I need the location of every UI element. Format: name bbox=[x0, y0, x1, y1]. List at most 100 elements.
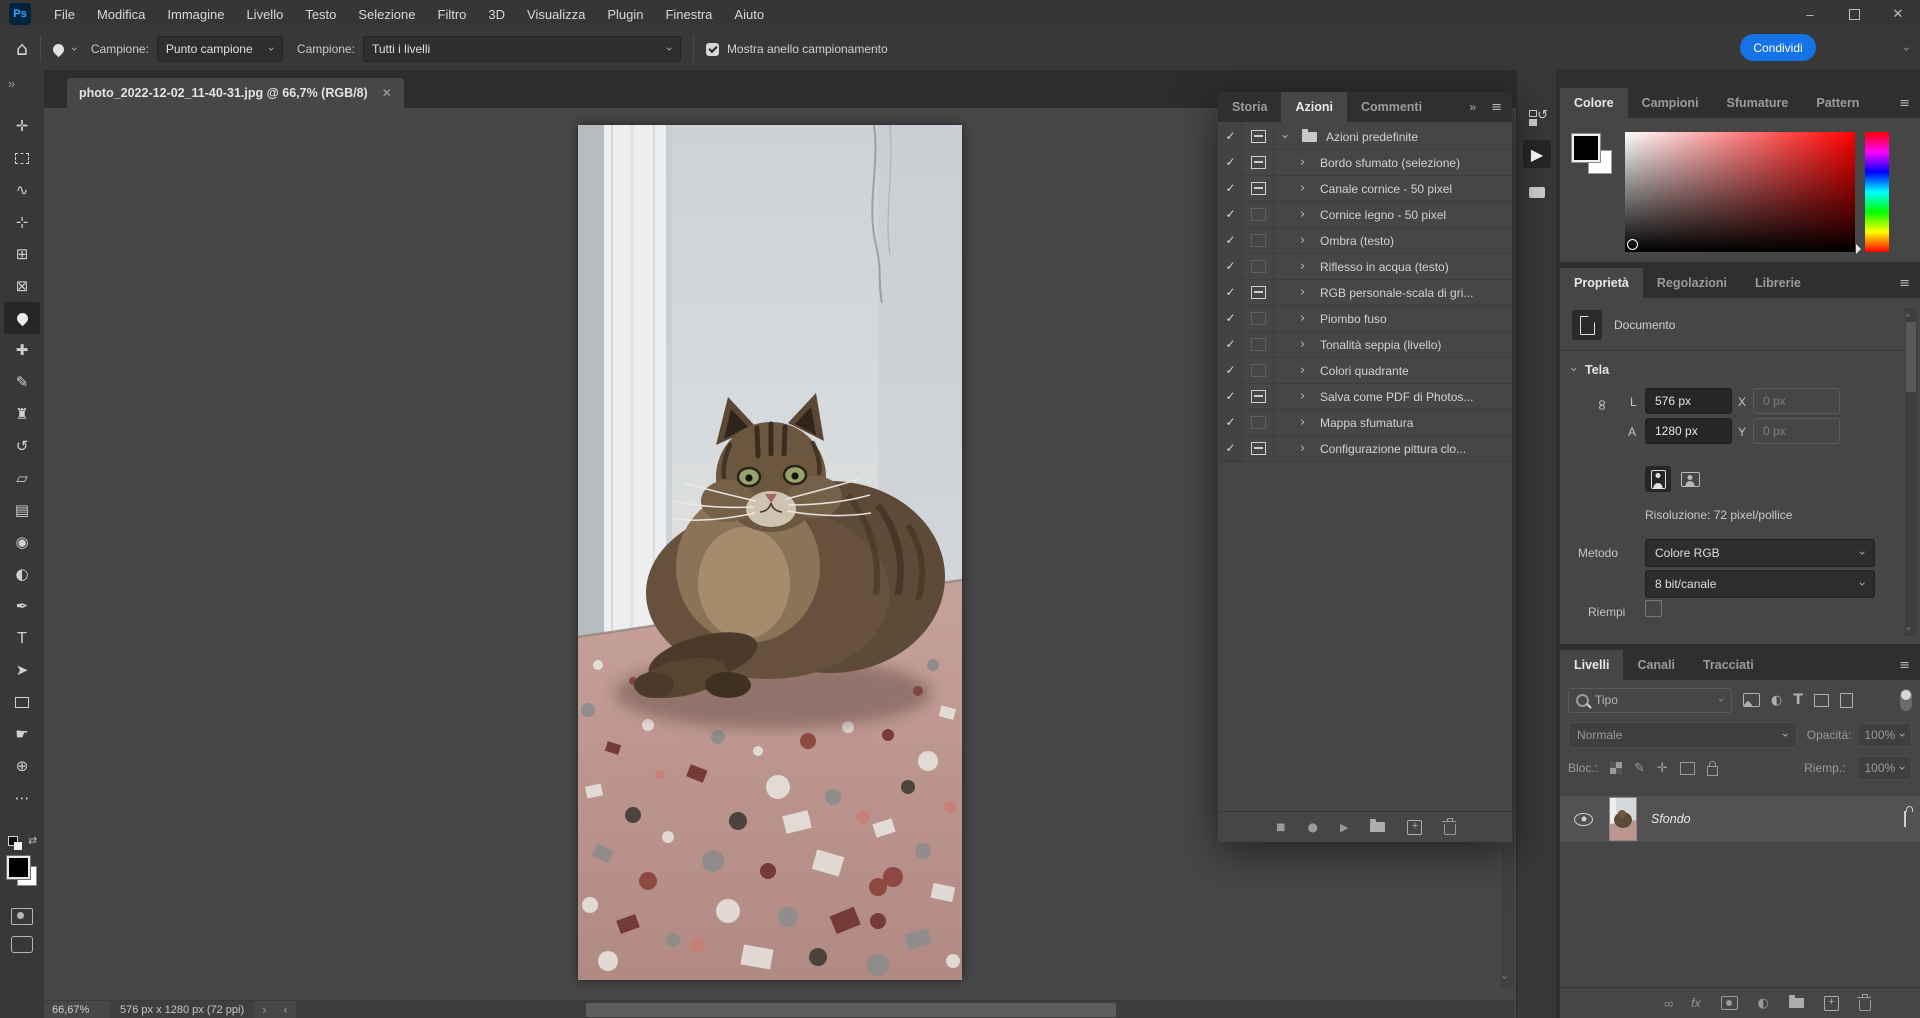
lock-artboard-icon[interactable] bbox=[1680, 762, 1695, 775]
quick-mask-button[interactable] bbox=[11, 908, 33, 925]
lock-paint-icon[interactable]: ✎ bbox=[1634, 761, 1645, 776]
tool-button[interactable]: ✎ bbox=[4, 366, 40, 398]
action-label[interactable]: RGB personale-scala di gri... bbox=[1320, 286, 1473, 300]
tool-button[interactable]: ✒ bbox=[4, 590, 40, 622]
action-expand-icon[interactable]: › bbox=[1300, 389, 1320, 404]
action-label[interactable]: Configurazione pittura clo... bbox=[1320, 442, 1466, 456]
panel-menu-icon[interactable]: ≡ bbox=[1899, 658, 1910, 673]
action-check-icon[interactable]: ✓ bbox=[1218, 306, 1244, 331]
status-expand-icon[interactable]: › bbox=[262, 1003, 267, 1017]
menu-item[interactable]: Filtro bbox=[427, 1, 478, 28]
action-check-icon[interactable]: ✓ bbox=[1218, 254, 1244, 279]
menu-item[interactable]: Modifica bbox=[86, 1, 156, 28]
tool-button[interactable]: ↺ bbox=[4, 430, 40, 462]
action-dialog-toggle[interactable] bbox=[1244, 306, 1274, 331]
stop-button[interactable]: ■ bbox=[1276, 822, 1285, 833]
saturation-brightness-field[interactable] bbox=[1625, 132, 1855, 252]
panel-tab[interactable]: Canali bbox=[1623, 650, 1689, 680]
action-label[interactable]: Cornice legno - 50 pixel bbox=[1320, 208, 1446, 222]
layer-lock-icon[interactable] bbox=[1904, 812, 1906, 826]
filter-pixel-layers-icon[interactable] bbox=[1743, 693, 1760, 707]
tool-button[interactable] bbox=[4, 686, 40, 718]
action-row[interactable]: ✓ › Canale cornice - 50 pixel bbox=[1218, 176, 1512, 202]
action-row[interactable]: ✓ › Salva come PDF di Photos... bbox=[1218, 384, 1512, 410]
hue-slider[interactable] bbox=[1856, 244, 1866, 254]
tool-button[interactable]: ▱ bbox=[4, 462, 40, 494]
action-label[interactable]: Azioni predefinite bbox=[1326, 130, 1418, 144]
action-row[interactable]: ✓ › RGB personale-scala di gri... bbox=[1218, 280, 1512, 306]
tool-button[interactable]: ◉ bbox=[4, 526, 40, 558]
action-check-icon[interactable]: ✓ bbox=[1218, 176, 1244, 201]
action-check-icon[interactable]: ✓ bbox=[1218, 124, 1244, 149]
action-label[interactable]: Tonalità seppia (livello) bbox=[1320, 338, 1441, 352]
tool-button[interactable]: ⊕ bbox=[4, 750, 40, 782]
action-check-icon[interactable]: ✓ bbox=[1218, 384, 1244, 409]
scroll-left-icon[interactable]: ‹ bbox=[283, 1003, 288, 1017]
action-dialog-toggle[interactable] bbox=[1244, 358, 1274, 383]
foreground-background-swatches[interactable] bbox=[7, 856, 37, 886]
action-expand-icon[interactable]: › bbox=[1300, 155, 1320, 170]
panel-tab[interactable]: Sfumature bbox=[1713, 88, 1803, 118]
action-label[interactable]: Mappa sfumatura bbox=[1320, 416, 1413, 430]
filter-smart-objects-icon[interactable] bbox=[1840, 693, 1853, 708]
tool-button[interactable]: ♜ bbox=[4, 398, 40, 430]
panel-tab[interactable]: Colore bbox=[1560, 88, 1628, 118]
zoom-level[interactable]: 66,67% bbox=[52, 1004, 110, 1016]
add-mask-icon[interactable] bbox=[1721, 996, 1738, 1010]
menu-item[interactable]: Finestra bbox=[654, 1, 723, 28]
menu-item[interactable]: Testo bbox=[294, 1, 347, 28]
history-panel-icon[interactable]: ↺ bbox=[1523, 104, 1551, 132]
new-set-button[interactable] bbox=[1370, 822, 1385, 832]
foreground-color-swatch[interactable] bbox=[7, 856, 30, 879]
action-row[interactable]: ✓ › Cornice legno - 50 pixel bbox=[1218, 202, 1512, 228]
landscape-orientation-button[interactable] bbox=[1677, 466, 1703, 492]
scroll-up-icon[interactable]: › bbox=[1903, 314, 1914, 318]
action-dialog-toggle[interactable] bbox=[1244, 332, 1274, 357]
action-row[interactable]: ✓ › Colori quadrante bbox=[1218, 358, 1512, 384]
action-expand-icon[interactable]: › bbox=[1300, 337, 1320, 352]
action-row[interactable]: ✓ › Tonalità seppia (livello) bbox=[1218, 332, 1512, 358]
panel-tab[interactable]: Commenti bbox=[1347, 92, 1436, 122]
sample-point-select[interactable]: Punto campione › bbox=[157, 36, 283, 62]
new-action-button[interactable]: + bbox=[1407, 820, 1422, 835]
close-tab-icon[interactable]: ✕ bbox=[382, 86, 392, 100]
home-icon[interactable]: ⌂ bbox=[16, 38, 28, 60]
action-row[interactable]: ✓ › Riflesso in acqua (testo) bbox=[1218, 254, 1512, 280]
minimize-button[interactable]: – bbox=[1788, 0, 1832, 28]
action-expand-icon[interactable]: › bbox=[1300, 233, 1320, 248]
eyedropper-tool-icon[interactable] bbox=[51, 41, 67, 57]
filter-adjustment-layers-icon[interactable]: ◐ bbox=[1771, 693, 1782, 708]
action-label[interactable]: Colori quadrante bbox=[1320, 364, 1409, 378]
record-button[interactable]: ● bbox=[1307, 820, 1317, 834]
tool-button[interactable]: ⋯ bbox=[4, 782, 40, 814]
tool-button[interactable]: ➤ bbox=[4, 654, 40, 686]
menu-item[interactable]: Immagine bbox=[156, 1, 235, 28]
panel-tab[interactable]: Librerie bbox=[1741, 268, 1815, 298]
tool-button[interactable]: ✚ bbox=[4, 334, 40, 366]
action-row[interactable]: ✓ › Mappa sfumatura bbox=[1218, 410, 1512, 436]
tool-button[interactable] bbox=[4, 302, 40, 334]
link-dimensions-icon[interactable]: ∞ bbox=[1593, 399, 1611, 412]
action-row[interactable]: ✓ › Configurazione pittura clo... bbox=[1218, 436, 1512, 462]
menu-item[interactable]: Plugin bbox=[596, 1, 654, 28]
action-expand-icon[interactable]: › bbox=[1300, 441, 1320, 456]
action-row[interactable]: ✓ › Piombo fuso bbox=[1218, 306, 1512, 332]
action-label[interactable]: Piombo fuso bbox=[1320, 312, 1387, 326]
height-field[interactable]: 1280 px bbox=[1645, 418, 1732, 444]
action-dialog-toggle[interactable] bbox=[1244, 228, 1274, 253]
properties-scrollbar[interactable]: › › bbox=[1905, 308, 1917, 636]
new-layer-icon[interactable]: + bbox=[1824, 996, 1839, 1011]
fill-checkbox[interactable] bbox=[1645, 600, 1662, 617]
menu-item[interactable]: Selezione bbox=[347, 1, 426, 28]
panel-tab[interactable]: Tracciati bbox=[1689, 650, 1768, 680]
scroll-down-icon[interactable]: › bbox=[1903, 627, 1914, 631]
collapse-toolbar-icon[interactable]: » bbox=[8, 76, 15, 91]
layer-row-background[interactable]: Sfondo bbox=[1560, 796, 1920, 842]
action-expand-icon[interactable]: › bbox=[1300, 415, 1320, 430]
action-check-icon[interactable]: ✓ bbox=[1218, 228, 1244, 253]
comments-panel-icon[interactable] bbox=[1523, 178, 1551, 206]
panel-tab[interactable]: Azioni bbox=[1281, 92, 1347, 122]
lock-all-icon[interactable] bbox=[1707, 766, 1718, 776]
action-check-icon[interactable]: ✓ bbox=[1218, 280, 1244, 305]
swap-colors-icon[interactable]: ⇄ bbox=[28, 834, 37, 847]
